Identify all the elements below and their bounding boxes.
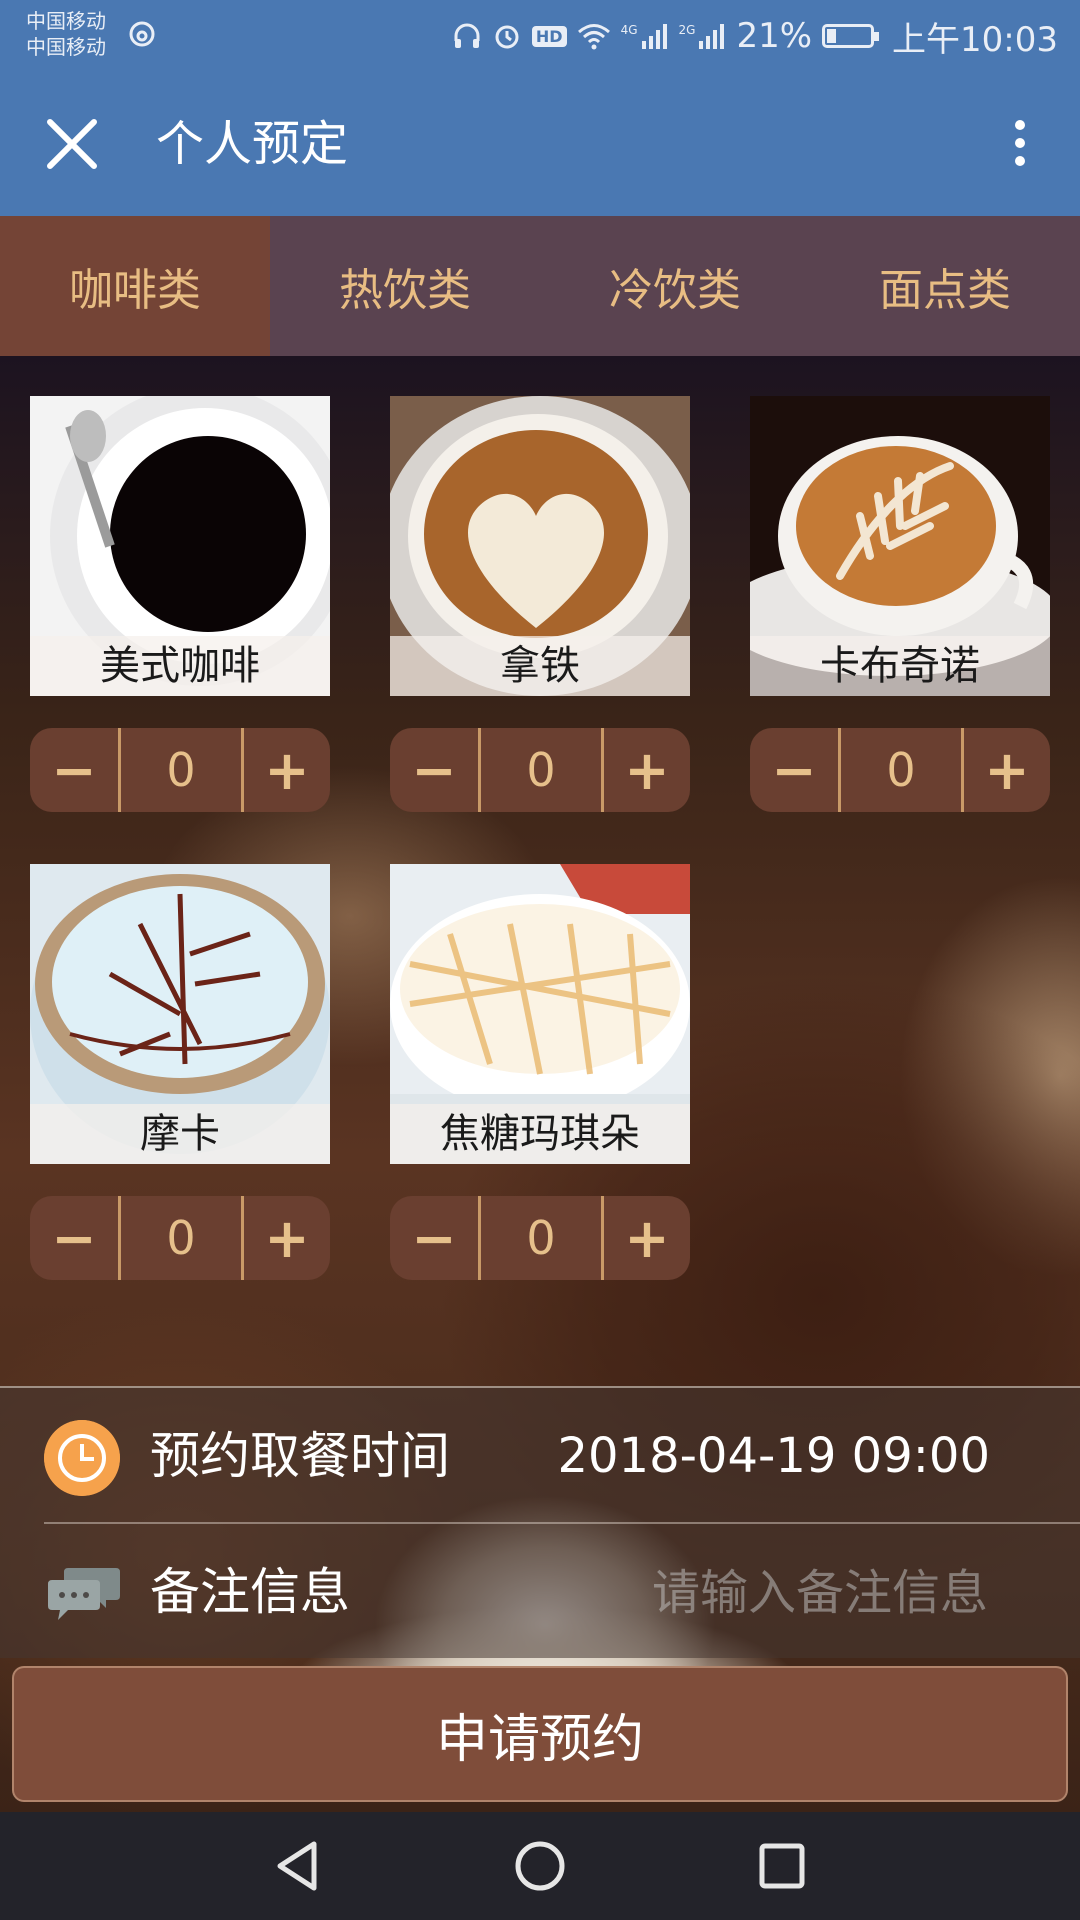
network-type-1: 4G bbox=[620, 23, 638, 37]
tab-hot-drinks[interactable]: 热饮类 bbox=[270, 216, 540, 356]
product-card-caramel-macchiato: 焦糖玛琪朵 − 0 + bbox=[390, 864, 690, 1280]
hotspot-icon bbox=[129, 21, 155, 47]
signal-icon bbox=[699, 24, 725, 49]
system-nav-bar bbox=[0, 1812, 1080, 1920]
quantity-value: 0 bbox=[118, 728, 244, 812]
page-title: 个人预定 bbox=[156, 116, 349, 172]
home-icon[interactable] bbox=[510, 1838, 570, 1894]
quantity-stepper: − 0 + bbox=[390, 1196, 690, 1280]
note-input[interactable] bbox=[566, 1560, 990, 1626]
tab-pastry[interactable]: 面点类 bbox=[810, 216, 1080, 356]
product-card-cappuccino: 卡布奇诺 − 0 + bbox=[750, 396, 1050, 812]
signal-icon bbox=[641, 24, 667, 49]
quantity-stepper: − 0 + bbox=[30, 1196, 330, 1280]
title-bar: 个人预定 bbox=[0, 72, 1080, 216]
hd-badge: HD bbox=[531, 25, 567, 47]
clock-time: 上午10:03 bbox=[892, 19, 1058, 60]
submit-reservation-button[interactable]: 申请预约 bbox=[12, 1666, 1068, 1802]
carrier-2: 中国移动 bbox=[26, 35, 106, 59]
product-image[interactable]: 拿铁 bbox=[390, 396, 690, 696]
decrement-button[interactable]: − bbox=[390, 1196, 478, 1280]
increment-button[interactable]: + bbox=[244, 728, 330, 812]
product-name: 拿铁 bbox=[390, 636, 690, 696]
product-name: 卡布奇诺 bbox=[750, 636, 1050, 696]
product-image[interactable]: 摩卡 bbox=[30, 864, 330, 1164]
battery-percent: 21% bbox=[736, 16, 813, 56]
note-row: 备注信息 bbox=[0, 1524, 1080, 1658]
decrement-button[interactable]: − bbox=[30, 728, 118, 812]
headphones-icon bbox=[454, 23, 480, 48]
network-type-2: 2G bbox=[678, 23, 696, 37]
pickup-time-row[interactable]: 预约取餐时间 2018-04-19 09:00 bbox=[0, 1388, 1080, 1524]
signal-4g: 4G bbox=[621, 23, 669, 49]
product-card-latte: 拿铁 − 0 + bbox=[390, 396, 690, 812]
pickup-time-value[interactable]: 2018-04-19 09:00 bbox=[557, 1424, 990, 1488]
more-vertical-icon[interactable] bbox=[1000, 114, 1040, 174]
decrement-button[interactable]: − bbox=[390, 728, 478, 812]
alarm-icon bbox=[495, 25, 519, 49]
quantity-stepper: − 0 + bbox=[390, 728, 690, 812]
product-image[interactable]: 美式咖啡 bbox=[30, 396, 330, 696]
tab-coffee[interactable]: 咖啡类 bbox=[0, 216, 270, 356]
increment-button[interactable]: + bbox=[604, 1196, 690, 1280]
quantity-value: 0 bbox=[118, 1196, 244, 1280]
increment-button[interactable]: + bbox=[604, 728, 690, 812]
increment-button[interactable]: + bbox=[964, 728, 1050, 812]
product-image[interactable]: 卡布奇诺 bbox=[750, 396, 1050, 696]
product-image[interactable]: 焦糖玛琪朵 bbox=[390, 864, 690, 1164]
clock-icon bbox=[44, 1420, 120, 1496]
recent-apps-icon[interactable] bbox=[752, 1838, 812, 1894]
quantity-value: 0 bbox=[838, 728, 964, 812]
battery-icon bbox=[822, 24, 880, 48]
back-icon[interactable] bbox=[268, 1838, 328, 1894]
product-card-mocha: 摩卡 − 0 + bbox=[30, 864, 330, 1280]
quantity-stepper: − 0 + bbox=[30, 728, 330, 812]
carrier-1: 中国移动 bbox=[26, 9, 106, 33]
tab-cold-drinks[interactable]: 冷饮类 bbox=[540, 216, 810, 356]
decrement-button[interactable]: − bbox=[30, 1196, 118, 1280]
order-form: 预约取餐时间 2018-04-19 09:00 备注信息 bbox=[0, 1386, 1080, 1658]
carrier-info: 中国移动 中国移动 bbox=[26, 8, 106, 60]
wifi-icon bbox=[577, 24, 610, 50]
category-tabs: 咖啡类 热饮类 冷饮类 面点类 bbox=[0, 216, 1080, 356]
product-card-americano: 美式咖啡 − 0 + bbox=[30, 396, 330, 812]
battery-fill bbox=[827, 29, 837, 43]
quantity-value: 0 bbox=[478, 1196, 604, 1280]
signal-2g: 2G bbox=[679, 23, 727, 49]
pickup-time-label: 预约取餐时间 bbox=[150, 1427, 450, 1485]
status-bar: 中国移动 中国移动 HD 4G 2G 21% 上午10:03 bbox=[0, 0, 1080, 72]
product-name: 美式咖啡 bbox=[30, 636, 330, 696]
decrement-button[interactable]: − bbox=[750, 728, 838, 812]
note-label: 备注信息 bbox=[150, 1563, 350, 1621]
increment-button[interactable]: + bbox=[244, 1196, 330, 1280]
quantity-stepper: − 0 + bbox=[750, 728, 1050, 812]
product-name: 摩卡 bbox=[30, 1104, 330, 1164]
quantity-value: 0 bbox=[478, 728, 604, 812]
product-name: 焦糖玛琪朵 bbox=[390, 1104, 690, 1164]
chat-icon bbox=[48, 1568, 120, 1620]
close-icon[interactable] bbox=[44, 116, 100, 172]
